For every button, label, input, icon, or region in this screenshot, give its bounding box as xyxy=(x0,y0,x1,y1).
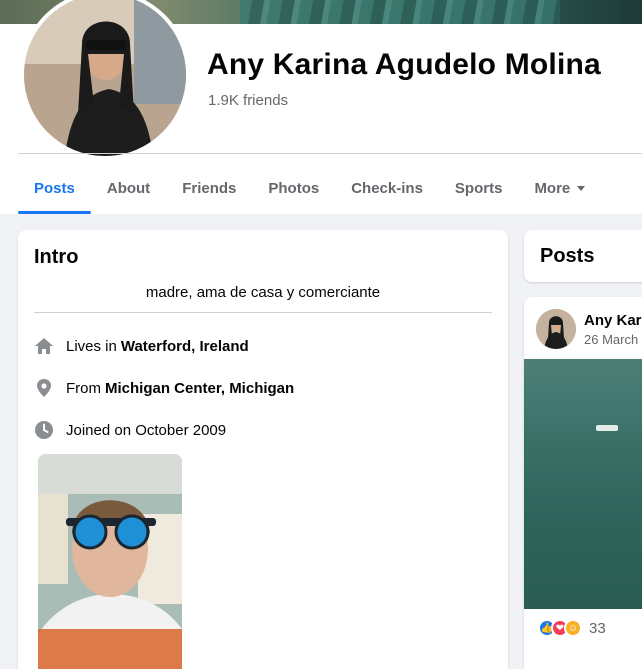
location-pin-icon xyxy=(34,378,54,398)
intro-card: Intro madre, ama de casa y comerciante L… xyxy=(18,230,508,669)
post-image[interactable] xyxy=(524,359,642,609)
post-card: Any Karina Agudelo Molina 26 March 👍 ❤ ☺… xyxy=(524,297,642,669)
lives-in-prefix: Lives in xyxy=(66,337,117,355)
chevron-down-icon xyxy=(577,185,586,191)
tab-posts[interactable]: Posts xyxy=(18,162,91,214)
tab-label: Check-ins xyxy=(351,179,423,197)
profile-header: Any Karina Agudelo Molina 1.9K friends P… xyxy=(0,0,642,214)
care-reaction-icon: ☺ xyxy=(564,619,582,637)
reaction-count[interactable]: 33 xyxy=(589,620,606,637)
posts-header-card: Posts xyxy=(524,230,642,282)
post-author-avatar[interactable] xyxy=(536,309,576,349)
profile-tabs: Posts About Friends Photos Check-ins Spo… xyxy=(18,162,601,214)
intro-divider xyxy=(34,312,492,313)
posts-header-title: Posts xyxy=(540,245,595,267)
tab-label: About xyxy=(106,179,151,197)
tab-label: Photos xyxy=(268,179,320,197)
lives-in-row: Lives in Waterford, Ireland xyxy=(34,336,249,356)
tab-friends[interactable]: Friends xyxy=(166,162,252,214)
profile-name: Any Karina Agudelo Molina xyxy=(207,48,601,81)
post-date[interactable]: 26 March xyxy=(584,332,638,347)
header-divider xyxy=(18,153,642,154)
from-link[interactable]: Michigan Center, Michigan xyxy=(105,380,294,397)
tab-about[interactable]: About xyxy=(91,162,166,214)
tab-label: Sports xyxy=(454,179,503,197)
friends-count[interactable]: 1.9K friends xyxy=(208,92,288,109)
intro-bio: madre, ama de casa y comerciante xyxy=(145,284,381,301)
tab-label: Posts xyxy=(34,179,75,197)
boat-shape xyxy=(596,425,618,431)
tab-label: Friends xyxy=(182,179,237,197)
tab-check-ins[interactable]: Check-ins xyxy=(335,162,439,214)
intro-title: Intro xyxy=(34,246,79,268)
from-prefix: From xyxy=(66,379,101,397)
joined-text: Joined on October 2009 xyxy=(66,421,227,439)
tab-sports[interactable]: Sports xyxy=(439,162,519,214)
tab-label: More xyxy=(534,179,571,197)
profile-avatar[interactable] xyxy=(20,0,190,160)
post-reactions[interactable]: 👍 ❤ ☺ 33 xyxy=(538,619,606,637)
featured-photo[interactable] xyxy=(38,454,182,669)
home-icon xyxy=(34,336,54,356)
tab-photos[interactable]: Photos xyxy=(252,162,335,214)
tab-more[interactable]: More xyxy=(518,162,601,214)
lives-in-link[interactable]: Waterford, Ireland xyxy=(121,338,249,355)
clock-icon xyxy=(34,420,54,440)
joined-row: Joined on October 2009 xyxy=(34,420,226,440)
from-row: From Michigan Center, Michigan xyxy=(34,378,294,398)
post-author-name[interactable]: Any Karina Agudelo Molina xyxy=(584,312,642,329)
